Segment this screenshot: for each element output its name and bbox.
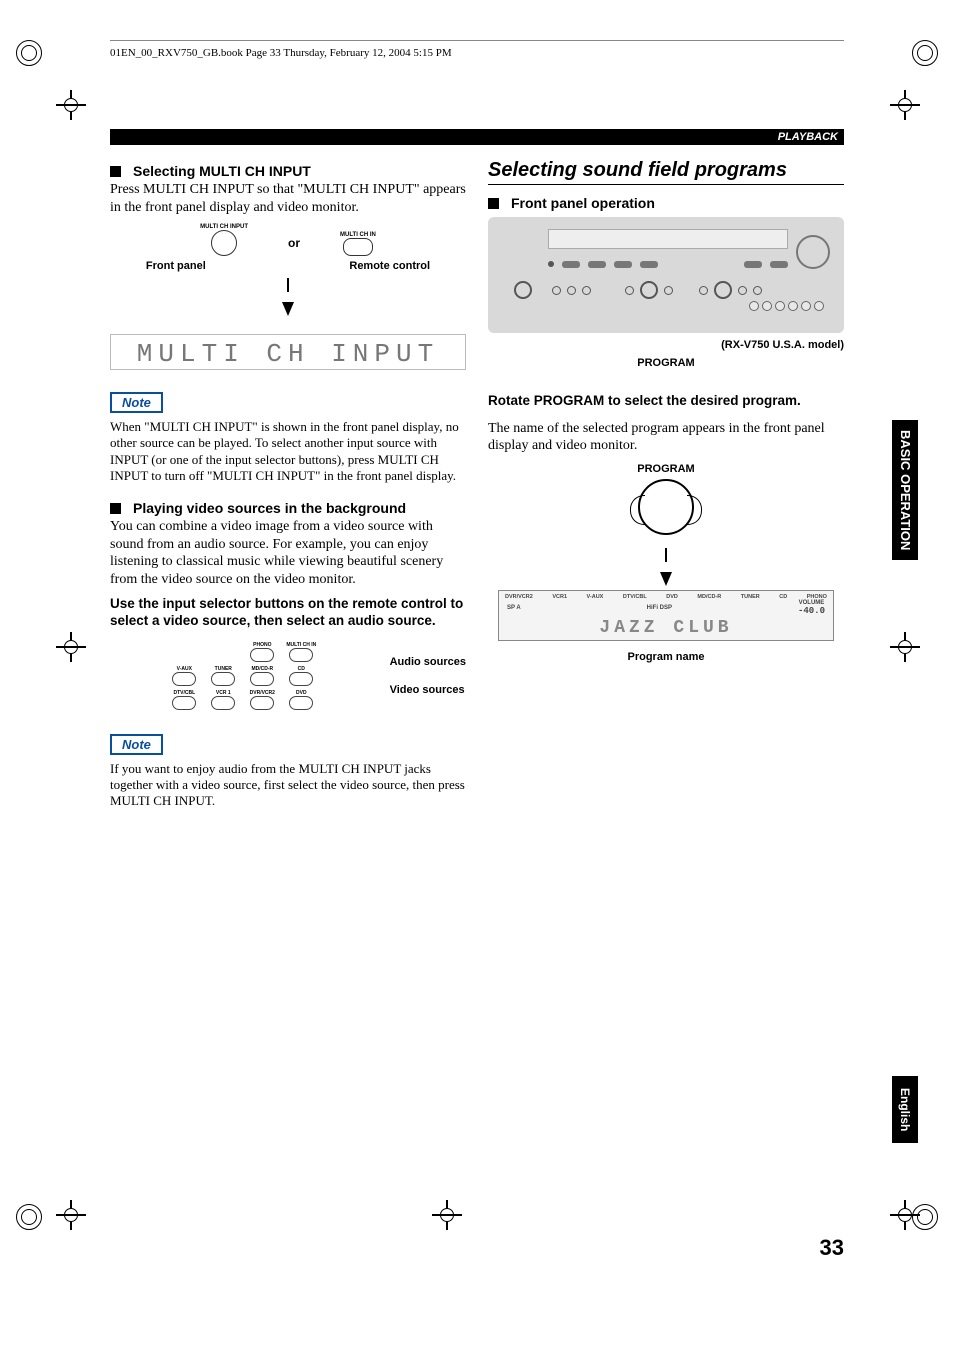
program-knob-diagram: PROGRAM DVR/VCR2 VCR1 V-AUX DTV/CBL DVD … (488, 463, 844, 663)
src-label: DVD (666, 594, 678, 600)
side-tab-text: BASIC (898, 430, 913, 470)
side-tab-language: English (892, 1076, 918, 1143)
instruction-text: Use the input selector buttons on the re… (110, 596, 466, 630)
body-text: Press MULTI CH INPUT so that "MULTI CH I… (110, 181, 466, 216)
bullet-icon (110, 166, 121, 177)
btn-label: V-AUX (168, 666, 201, 672)
side-tab-text: OPERATION (898, 474, 913, 550)
src-label: MD/CD-R (697, 594, 721, 600)
button-icon (211, 230, 237, 256)
heading-playing-video-bg: Playing video sources in the background (110, 500, 466, 516)
src-label: DVR/VCR2 (505, 594, 533, 600)
section-header-bar: PLAYBACK (110, 129, 844, 145)
btn-label: PHONO (246, 642, 279, 648)
side-tab-basic-operation: BASIC OPERATION (892, 420, 918, 560)
bullet-icon (110, 503, 121, 514)
button-icon (250, 696, 274, 710)
note-badge: Note (110, 392, 163, 413)
arrow-icon (287, 278, 289, 292)
button-icon (343, 238, 373, 256)
diag-caption: PROGRAM (488, 463, 844, 475)
reg-mark (16, 1204, 42, 1230)
lcd-display: MULTI CH INPUT (110, 334, 466, 370)
note-text: If you want to enjoy audio from the MULT… (110, 761, 466, 810)
disp-main: JAZZ CLUB (503, 618, 829, 638)
btn-label: CD (285, 666, 318, 672)
body-text: You can combine a video image from a vid… (110, 518, 466, 588)
crop-mark-icon (56, 632, 86, 662)
btn-label: DVD (285, 690, 318, 696)
button-icon (250, 648, 274, 662)
heading-text: Selecting sound field programs (488, 159, 787, 181)
heading-text: Selecting MULTI CH INPUT (133, 163, 311, 179)
button-icon (250, 672, 274, 686)
bullet-icon (488, 198, 499, 209)
button-diagram: MULTI CH INPUT or MULTI CH IN (110, 224, 466, 258)
section-title: Selecting sound field programs (488, 159, 844, 185)
crop-mark-icon (890, 1200, 920, 1230)
btn-label: MD/CD-R (246, 666, 279, 672)
src-label: DTV/CBL (623, 594, 647, 600)
diag-caption: Program name (488, 651, 844, 663)
heading-multi-ch-input: Selecting MULTI CH INPUT (110, 163, 466, 179)
remote-buttons-diagram: PHONO MULTI CH IN V-AUX TUNER MD/CD-R CD… (110, 640, 466, 712)
crop-mark-icon (890, 90, 920, 120)
btn-label: TUNER (207, 666, 240, 672)
page-number: 33 (820, 1235, 844, 1261)
diag-caption: Front panel (146, 260, 206, 272)
or-label: or (288, 236, 300, 258)
diag-caption: Video sources (390, 684, 466, 696)
crop-mark-icon (56, 90, 86, 120)
button-icon (172, 672, 196, 686)
button-icon (172, 696, 196, 710)
crop-mark-icon (56, 1200, 86, 1230)
receiver-illustration (488, 217, 844, 333)
arrow-icon (665, 548, 667, 562)
button-icon (289, 696, 313, 710)
btn-label: MULTI CH IN (285, 642, 318, 648)
crop-mark-icon (890, 632, 920, 662)
arrow-icon (660, 572, 672, 586)
note-badge: Note (110, 734, 163, 755)
src-label: V-AUX (587, 594, 604, 600)
src-label: TUNER (741, 594, 760, 600)
button-icon (211, 696, 235, 710)
model-label: (RX-V750 U.S.A. model) (721, 339, 844, 351)
button-icon (289, 648, 313, 662)
side-tab-text: English (898, 1088, 912, 1131)
knob-icon (638, 479, 694, 535)
arrow-icon (282, 302, 294, 316)
program-label: PROGRAM (637, 357, 694, 369)
disp-label: SP A (507, 605, 521, 611)
crop-header: 01EN_00_RXV750_GB.book Page 33 Thursday,… (110, 40, 844, 59)
heading-front-panel-op: Front panel operation (488, 195, 844, 211)
button-icon (289, 672, 313, 686)
reg-mark (912, 40, 938, 66)
src-label: CD (779, 594, 787, 600)
btn-label: VCR 1 (207, 690, 240, 696)
src-label: VCR1 (552, 594, 567, 600)
btn-label: DVR/VCR2 (246, 690, 279, 696)
button-icon (211, 672, 235, 686)
note-text: When "MULTI CH INPUT" is shown in the fr… (110, 419, 466, 484)
diag-caption: Remote control (349, 260, 430, 272)
heading-text: Playing video sources in the background (133, 500, 406, 516)
reg-mark (16, 40, 42, 66)
disp-label: HiFi DSP (647, 605, 672, 611)
btn-label: DTV/CBL (168, 690, 201, 696)
display-panel: DVR/VCR2 VCR1 V-AUX DTV/CBL DVD MD/CD-R … (498, 590, 834, 641)
diag-caption: Audio sources (390, 656, 466, 668)
heading-text: Front panel operation (511, 195, 655, 211)
instruction-text: Rotate PROGRAM to select the desired pro… (488, 393, 844, 410)
body-text: The name of the selected program appears… (488, 420, 844, 455)
disp-value: -40.0 (798, 606, 825, 616)
